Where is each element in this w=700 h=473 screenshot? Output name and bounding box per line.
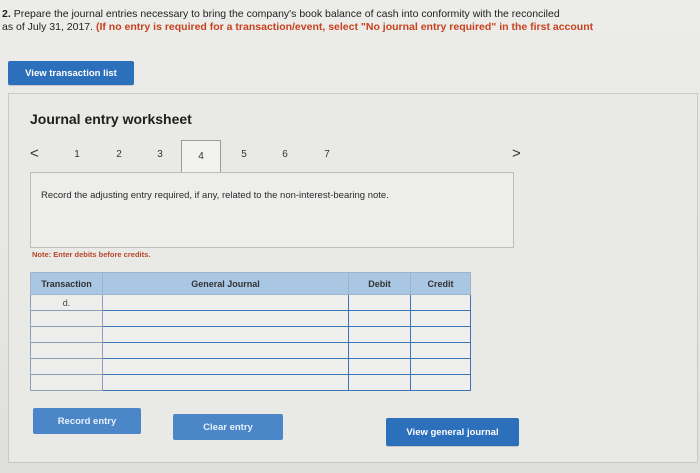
page-tab-2[interactable]: 2 (112, 149, 126, 160)
transaction-cell: d. (30, 294, 103, 311)
credit-input[interactable] (410, 310, 471, 327)
question-date-text: as of July 31, 2017. (2, 21, 94, 33)
account-select[interactable] (102, 358, 349, 375)
debit-input[interactable] (348, 294, 411, 311)
prev-page-arrow-icon[interactable]: < (30, 145, 39, 162)
page-tab-5[interactable]: 5 (237, 149, 251, 160)
account-select[interactable] (102, 342, 349, 359)
page-tab-6[interactable]: 6 (278, 149, 292, 160)
transaction-cell (30, 374, 103, 391)
transaction-cell (30, 310, 103, 327)
next-page-arrow-icon[interactable]: > (512, 145, 521, 162)
journal-entry-table: Transaction General Journal Debit Credit… (30, 272, 471, 391)
question-text: 2. Prepare the journal entries necessary… (2, 8, 700, 34)
account-select[interactable] (102, 294, 349, 311)
credit-input[interactable] (410, 342, 471, 359)
question-line-1: 2. Prepare the journal entries necessary… (2, 8, 700, 21)
header-transaction: Transaction (30, 272, 103, 295)
credit-input[interactable] (410, 374, 471, 391)
credit-input[interactable] (410, 294, 471, 311)
debit-input[interactable] (348, 326, 411, 343)
view-transaction-list-button[interactable]: View transaction list (8, 61, 134, 85)
question-instruction: (If no entry is required for a transacti… (95, 21, 594, 33)
debit-input[interactable] (348, 358, 411, 375)
page-tab-4-active[interactable]: 4 (181, 140, 221, 172)
header-credit: Credit (410, 272, 471, 295)
question-line-2: as of July 31, 2017. (If no entry is req… (2, 21, 700, 34)
table-row (30, 326, 471, 343)
credit-input[interactable] (410, 358, 471, 375)
worksheet-title: Journal entry worksheet (30, 111, 192, 127)
transaction-cell (30, 342, 103, 359)
transaction-cell (30, 326, 103, 343)
entry-prompt-text: Record the adjusting entry required, if … (41, 190, 389, 201)
page-tab-3[interactable]: 3 (153, 149, 167, 160)
debit-input[interactable] (348, 342, 411, 359)
table-row: d. (30, 294, 471, 311)
entry-prompt-box: Record the adjusting entry required, if … (30, 172, 514, 248)
worksheet-pager: < 1 2 3 4 5 6 7 > (28, 140, 528, 174)
clear-entry-button[interactable]: Clear entry (173, 414, 283, 440)
debit-input[interactable] (348, 374, 411, 391)
table-row (30, 342, 471, 359)
credit-input[interactable] (410, 326, 471, 343)
question-line-1-text: Prepare the journal entries necessary to… (13, 8, 560, 20)
table-row (30, 374, 471, 391)
header-debit: Debit (348, 272, 411, 295)
table-row (30, 358, 471, 375)
question-number: 2. (2, 8, 11, 20)
account-select[interactable] (102, 326, 349, 343)
record-entry-button[interactable]: Record entry (33, 408, 141, 434)
table-row (30, 310, 471, 327)
view-general-journal-button[interactable]: View general journal (386, 418, 519, 446)
account-select[interactable] (102, 374, 349, 391)
page-tab-7[interactable]: 7 (320, 149, 334, 160)
page-tab-1[interactable]: 1 (70, 149, 84, 160)
debit-input[interactable] (348, 310, 411, 327)
transaction-cell (30, 358, 103, 375)
debits-note: Note: Enter debits before credits. (32, 250, 151, 259)
account-select[interactable] (102, 310, 349, 327)
header-general-journal: General Journal (102, 272, 349, 295)
